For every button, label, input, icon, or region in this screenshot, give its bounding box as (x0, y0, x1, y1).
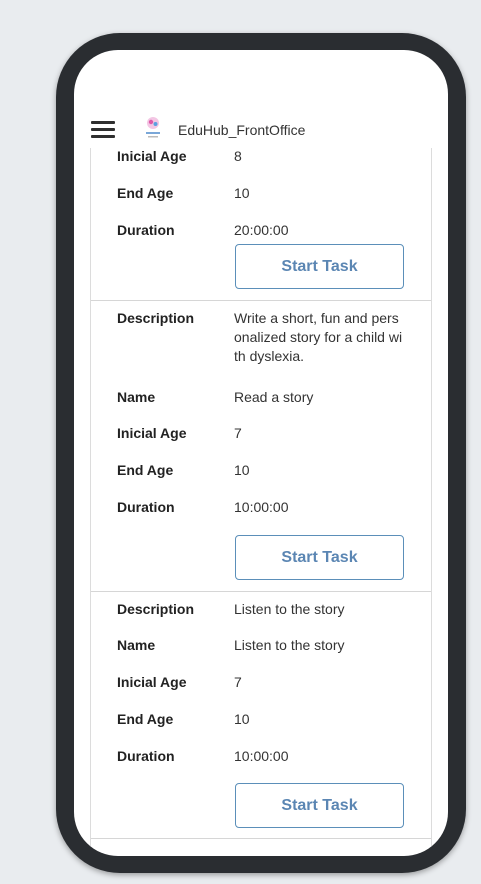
inicial-age-value: 8 (234, 148, 242, 164)
card-divider (91, 838, 431, 839)
phone-frame: EduHub_FrontOffice Inicial Age 8 End Age… (56, 33, 466, 873)
inicial-age-value: 7 (234, 425, 242, 441)
end-age-label: End Age (117, 462, 174, 478)
inicial-age-label: Inicial Age (117, 425, 187, 441)
phone-screen: EduHub_FrontOffice Inicial Age 8 End Age… (74, 50, 448, 856)
duration-value: 10:00:00 (234, 499, 289, 515)
description-value: Write a short, fun and pers onalized sto… (234, 310, 403, 364)
description-label: Description (117, 310, 195, 326)
name-label: Name (117, 637, 156, 653)
end-age-label: End Age (117, 185, 174, 201)
eduhub-logo (146, 117, 160, 138)
start-task-button[interactable]: Start Task (235, 783, 404, 828)
name-label: Name (117, 389, 156, 405)
end-age-label: End Age (117, 711, 174, 727)
inicial-age-label: Inicial Age (117, 148, 187, 164)
app-title: EduHub_FrontOffice (178, 122, 306, 138)
card-divider (91, 591, 431, 592)
start-task-button[interactable]: Start Task (235, 244, 404, 289)
hamburger-icon[interactable] (91, 121, 115, 138)
duration-label: Duration (117, 499, 175, 515)
task-list[interactable]: Inicial Age 8 End Age 10 Duration 20:00:… (90, 148, 432, 856)
duration-value: 10:00:00 (234, 748, 289, 764)
inicial-age-value: 7 (234, 674, 242, 690)
description-label: Description (117, 601, 195, 617)
description-value: Listen to the story (234, 601, 345, 617)
duration-value: 20:00:00 (234, 222, 289, 238)
end-age-value: 10 (234, 711, 250, 727)
end-age-value: 10 (234, 185, 250, 201)
duration-label: Duration (117, 222, 175, 238)
inicial-age-label: Inicial Age (117, 674, 187, 690)
name-value: Listen to the story (234, 637, 345, 653)
name-value: Read a story (234, 389, 314, 405)
end-age-value: 10 (234, 462, 250, 478)
start-task-button[interactable]: Start Task (235, 535, 404, 580)
card-divider (91, 300, 431, 301)
duration-label: Duration (117, 748, 175, 764)
top-bar: EduHub_FrontOffice (74, 104, 448, 150)
